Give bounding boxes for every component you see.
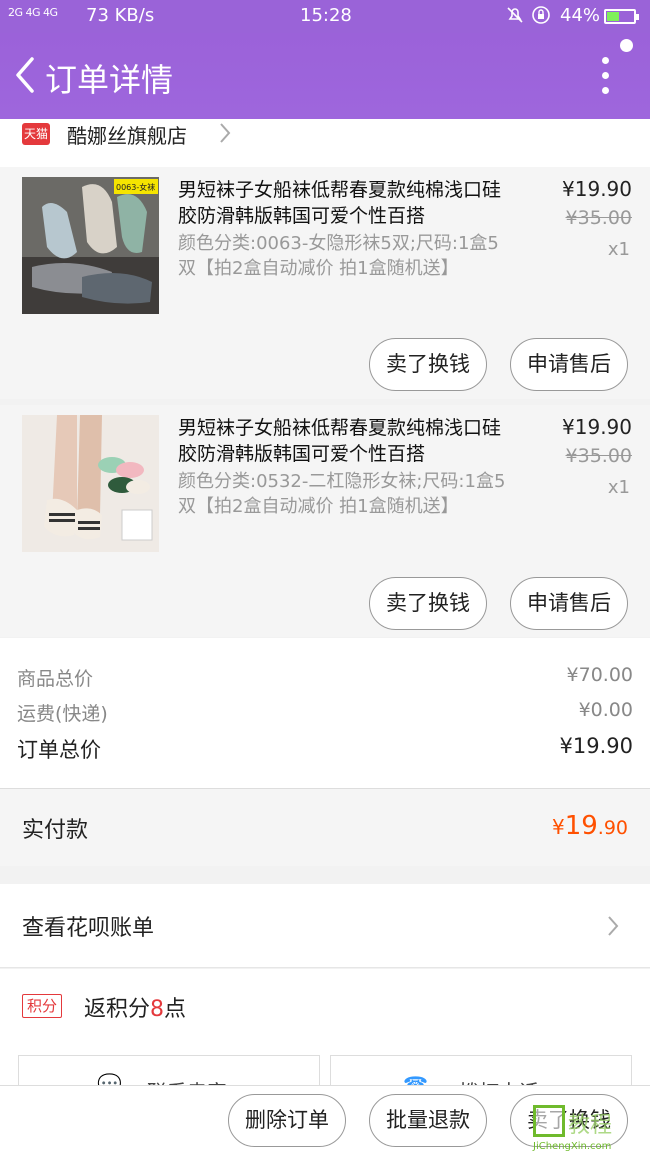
phone-icon: ☎ <box>403 1072 428 1085</box>
chevron-left-icon[interactable] <box>8 51 42 99</box>
order-item[interactable]: 0063-女袜 男短袜子女船袜低帮春夏款纯棉浅口硅胶防滑韩版韩国可爱个性百搭 颜… <box>0 167 650 399</box>
goods-total-label: 商品总价 <box>17 668 94 690</box>
product-price: ¥19.90 <box>562 415 632 439</box>
thumb-label: 0063-女袜 <box>116 182 155 192</box>
battery-percent: 44% <box>560 5 601 26</box>
chat-icon: 💬 <box>97 1072 122 1085</box>
sell-button[interactable]: 卖了换钱 <box>369 338 487 391</box>
order-total-value: ¥19.90 <box>559 734 633 758</box>
product-title[interactable]: 男短袜子女船袜低帮春夏款纯棉浅口硅胶防滑韩版韩国可爱个性百搭 <box>178 415 508 467</box>
sell-button[interactable]: 卖了换钱 <box>369 577 487 630</box>
after-sale-button[interactable]: 申请售后 <box>510 338 628 391</box>
contact-seller-button[interactable]: 💬 联系卖家 <box>18 1055 320 1085</box>
more-vertical-icon[interactable] <box>596 55 616 95</box>
freight-label: 运费(快递) <box>17 703 108 725</box>
title-bar: 订单详情 <box>0 33 650 119</box>
page-title: 订单详情 <box>45 61 174 99</box>
watermark-url: JiChengXin.com <box>533 1141 612 1152</box>
paid-row: 实付款 ¥19.90 <box>0 788 650 866</box>
lock-rotation-icon <box>532 6 550 24</box>
battery-icon <box>604 9 639 24</box>
clock: 15:28 <box>300 5 352 26</box>
watermark-text: 教程 <box>568 1113 613 1138</box>
product-price: ¥19.90 <box>562 177 632 201</box>
product-thumbnail[interactable] <box>22 415 159 552</box>
price-summary: 商品总价 ¥70.00 运费(快递) ¥0.00 订单总价 ¥19.90 <box>0 638 650 788</box>
points-row: 积分 返积分8点 <box>0 969 650 1045</box>
product-quantity: x1 <box>607 477 630 498</box>
signal-indicator: 2G 4G 4G <box>8 6 58 19</box>
product-sku: 颜色分类:0063-女隐形袜5双;尺码:1盒5双【拍2盒自动减价 拍1盒随机送】 <box>178 233 499 279</box>
huabei-bill-row[interactable]: 查看花呗账单 <box>0 884 650 968</box>
original-price: ¥35.00 <box>565 445 632 467</box>
site-watermark: 教程 JiChengXin.com <box>530 1105 650 1155</box>
freight-value: ¥0.00 <box>578 699 633 721</box>
order-total-label: 订单总价 <box>17 738 101 762</box>
shop-row[interactable]: 天猫 酷娜丝旗舰店 <box>0 119 650 167</box>
goods-total-value: ¥70.00 <box>566 664 633 686</box>
after-sale-button[interactable]: 申请售后 <box>510 577 628 630</box>
chevron-right-icon <box>608 916 619 936</box>
shop-name: 酷娜丝旗舰店 <box>67 124 187 148</box>
paid-label: 实付款 <box>22 818 89 843</box>
status-icons <box>505 5 552 29</box>
original-price: ¥35.00 <box>565 207 632 229</box>
order-item[interactable]: 男短袜子女船袜低帮春夏款纯棉浅口硅胶防滑韩版韩国可爱个性百搭 颜色分类:0532… <box>0 405 650 637</box>
product-thumbnail[interactable]: 0063-女袜 <box>22 177 159 314</box>
contact-seller-label: 联系卖家 <box>147 1076 227 1085</box>
contact-row: 💬 联系卖家 ☎ 拨打电话 <box>0 1045 650 1085</box>
tmall-badge: 天猫 <box>22 123 50 145</box>
product-title[interactable]: 男短袜子女船袜低帮春夏款纯棉浅口硅胶防滑韩版韩国可爱个性百搭 <box>178 177 508 229</box>
network-speed: 73 KB/s <box>86 5 155 26</box>
paid-amount: ¥19.90 <box>551 811 628 841</box>
points-badge: 积分 <box>22 994 63 1018</box>
batch-refund-button[interactable]: 批量退款 <box>369 1094 487 1147</box>
call-label: 拨打电话 <box>459 1076 539 1085</box>
huabei-label: 查看花呗账单 <box>22 916 155 941</box>
status-bar: 2G 4G 4G 73 KB/s 15:28 44% <box>0 0 650 33</box>
chevron-right-icon <box>220 123 231 143</box>
call-button[interactable]: ☎ 拨打电话 <box>330 1055 632 1085</box>
notification-dot <box>620 39 633 52</box>
delete-order-button[interactable]: 删除订单 <box>228 1094 346 1147</box>
mute-icon <box>507 7 523 23</box>
points-text: 返积分8点 <box>84 997 187 1022</box>
product-quantity: x1 <box>607 239 630 260</box>
product-sku: 颜色分类:0532-二杠隐形女袜;尺码:1盒5双【拍2盒自动减价 拍1盒随机送】 <box>178 471 506 517</box>
watermark-logo <box>533 1105 565 1137</box>
